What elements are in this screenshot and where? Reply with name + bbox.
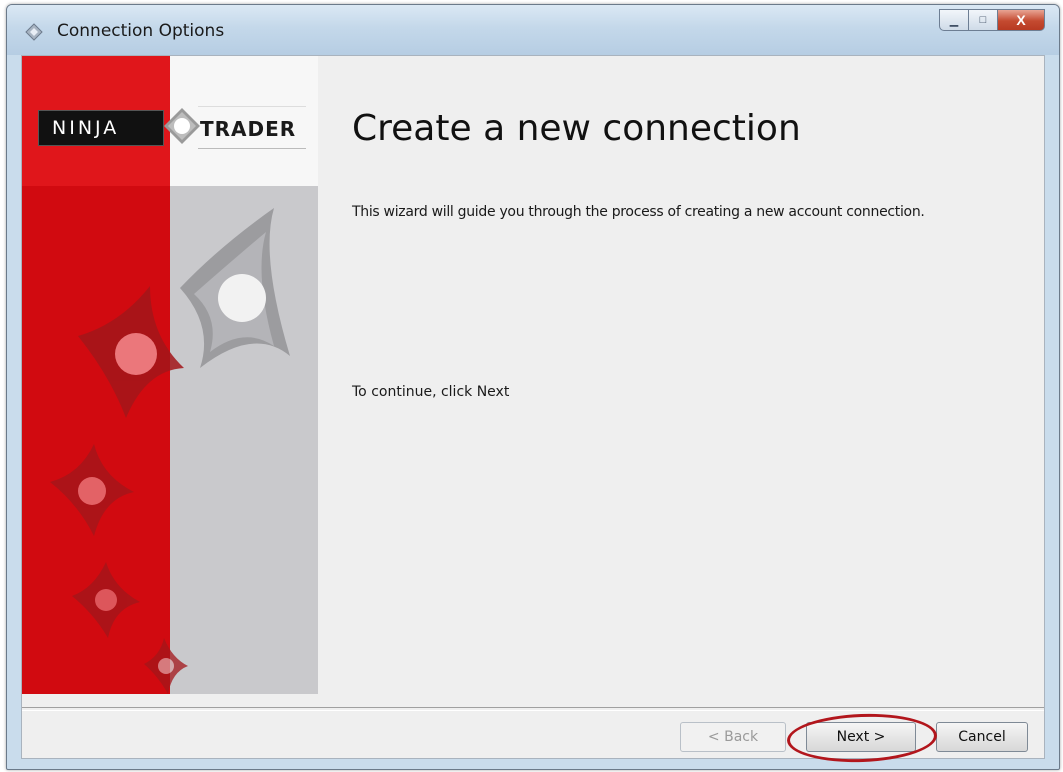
red-star-1-icon (78, 286, 184, 418)
maximize-button[interactable]: □ (969, 9, 998, 31)
caption-buttons: ▁ □ X (939, 9, 1045, 31)
minimize-button[interactable]: ▁ (939, 9, 969, 31)
title-bar[interactable]: Connection Options ▁ □ X (7, 5, 1059, 55)
close-icon: X (1016, 12, 1026, 28)
next-button[interactable]: Next > (806, 722, 916, 752)
maximize-icon: □ (979, 14, 987, 26)
wizard-client-area: NINJA TRADER Create a new connection Thi… (21, 55, 1045, 765)
red-star-3-icon (72, 562, 140, 638)
wizard-side-banner: NINJA TRADER (22, 56, 318, 694)
logo-rule-top (198, 106, 306, 107)
ninjatrader-logo: NINJA TRADER (38, 104, 306, 152)
wizard-description: This wizard will guide you through the p… (352, 204, 925, 220)
logo-diamond-icon (164, 108, 200, 144)
logo-rule-bottom (198, 148, 306, 149)
minimize-icon: ▁ (949, 14, 959, 27)
logo-word-trader: TRADER (200, 117, 297, 141)
page-heading: Create a new connection (352, 108, 801, 150)
red-star-4-icon (144, 638, 188, 694)
close-button[interactable]: X (998, 9, 1045, 31)
cancel-button[interactable]: Cancel (936, 722, 1028, 752)
ninja-star-illustration (50, 208, 290, 694)
back-button[interactable]: < Back (680, 722, 786, 752)
footer-separator (22, 707, 1044, 711)
app-diamond-icon (25, 23, 43, 41)
continue-instruction: To continue, click Next (352, 384, 510, 400)
connection-options-window: Connection Options ▁ □ X NINJA TRADER Cr… (6, 4, 1060, 770)
large-gray-star-icon (180, 208, 290, 368)
red-star-2-icon (50, 444, 134, 536)
window-title: Connection Options (57, 21, 225, 41)
logo-word-ninja: NINJA (52, 117, 120, 139)
